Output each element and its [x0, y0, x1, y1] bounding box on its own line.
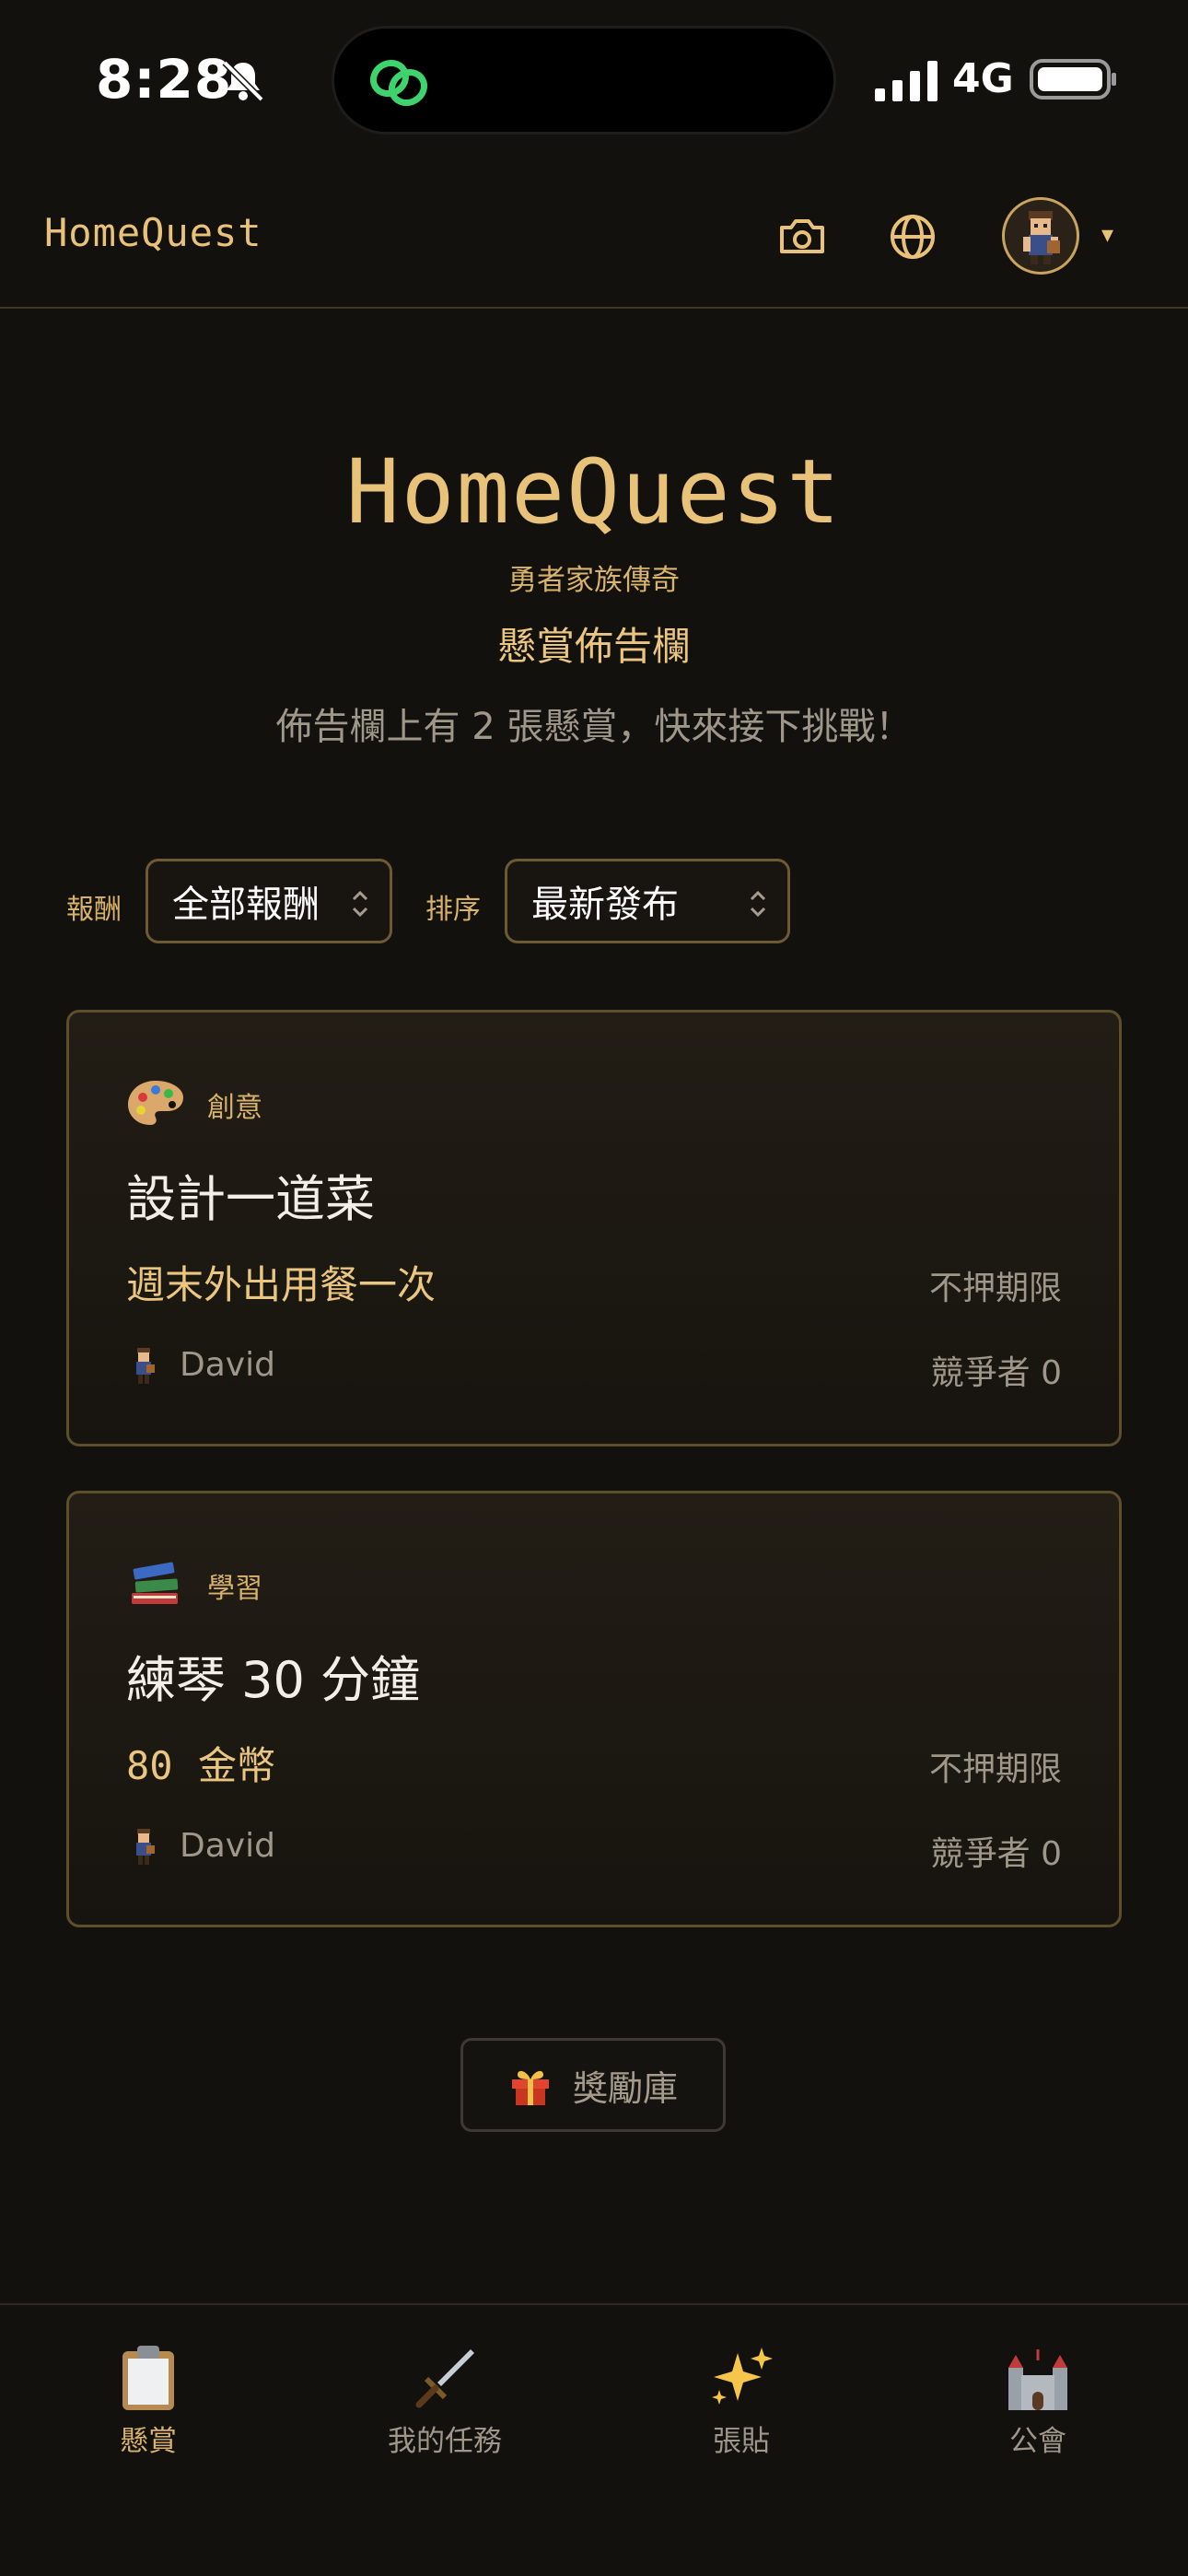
poster-avatar-icon — [136, 1829, 155, 1865]
chevron-up-down-icon — [750, 890, 766, 918]
bounty-reward: 週末外出用餐一次 — [126, 1262, 437, 1307]
status-time: 8:28 — [96, 48, 233, 111]
nav-label: 公會 — [1009, 2425, 1066, 2458]
nav-label: 張貼 — [713, 2425, 770, 2458]
reward-filter-select[interactable]: 全部報酬 — [146, 859, 392, 943]
network-type: 4G — [952, 55, 1014, 102]
hero-avatar-icon — [1023, 211, 1060, 264]
reward-filter-label: 報酬 — [66, 894, 122, 926]
clipboard-icon — [122, 2346, 174, 2410]
chevron-up-down-icon — [352, 890, 368, 918]
bounty-card[interactable]: 創意 設計一道菜 週末外出用餐一次 不押期限 David 競爭者 0 — [66, 1010, 1122, 1446]
status-bar: 8:28 4G — [0, 0, 1188, 157]
language-button[interactable] — [882, 206, 943, 267]
caret-down-icon[interactable]: ▾ — [1101, 221, 1113, 249]
nav-guild[interactable]: 公會 — [890, 2344, 1186, 2459]
bounty-title: 設計一道菜 — [126, 1170, 375, 1228]
sparkles-icon — [712, 2348, 773, 2405]
bell-slash-icon — [222, 60, 264, 102]
palette-icon — [128, 1081, 183, 1125]
avatar[interactable] — [1002, 197, 1079, 275]
poster-name: David — [180, 1827, 275, 1865]
bottom-nav: 懸賞 我的任務 張貼 公會 — [0, 2303, 1188, 2576]
bounty-card[interactable]: 學習 練琴 30 分鐘 80 金幣 不押期限 David 競爭者 0 — [66, 1491, 1122, 1927]
poster-name: David — [180, 1346, 275, 1384]
globe-icon — [891, 215, 935, 259]
bounty-reward: 80 金幣 — [126, 1735, 275, 1791]
nav-bounties[interactable]: 懸賞 — [0, 2344, 297, 2459]
competitor-count: 競爭者 0 — [930, 1354, 1062, 1392]
castle-icon — [1008, 2349, 1067, 2410]
category-label: 創意 — [207, 1092, 262, 1124]
sort-filter-label: 排序 — [425, 894, 481, 926]
sword-icon — [415, 2349, 474, 2408]
reward-filter-value: 全部報酬 — [172, 884, 320, 926]
bounty-deadline: 不押期限 — [928, 1751, 1062, 1788]
bounty-title: 練琴 30 分鐘 — [126, 1651, 421, 1709]
gift-icon — [511, 2070, 549, 2105]
sort-value: 最新發布 — [531, 884, 679, 926]
app-brand[interactable]: HomeQuest — [44, 210, 262, 255]
link-icon — [369, 59, 428, 107]
competitor-count: 競爭者 0 — [930, 1835, 1062, 1873]
camera-icon — [780, 219, 824, 253]
poster-avatar-icon — [136, 1348, 155, 1384]
nav-my-quests[interactable]: 我的任務 — [297, 2344, 593, 2459]
hero-title: HomeQuest — [345, 440, 843, 544]
dynamic-island — [332, 26, 836, 135]
reward-unit: 金幣 — [197, 1743, 275, 1788]
board-description: 佈告欄上有 2 張懸賞，快來接下挑戰！ — [275, 706, 913, 748]
nav-label: 我的任務 — [388, 2425, 502, 2458]
category-label: 學習 — [207, 1573, 262, 1605]
reward-amount: 80 — [126, 1743, 173, 1788]
hero-tagline: 勇者家族傳奇 — [508, 564, 680, 597]
reward-store-label: 獎勵庫 — [572, 2067, 678, 2109]
bounty-deadline: 不押期限 — [928, 1270, 1062, 1307]
books-icon — [132, 1562, 179, 1604]
battery-icon — [1030, 59, 1116, 100]
app-bar: HomeQuest ▾ — [0, 157, 1188, 309]
signal-icon — [875, 61, 938, 101]
board-title: 懸賞佈告欄 — [496, 624, 691, 669]
nav-post[interactable]: 張貼 — [593, 2344, 890, 2459]
reward-store-button[interactable]: 獎勵庫 — [460, 2038, 726, 2132]
camera-button[interactable] — [772, 206, 833, 267]
nav-label: 懸賞 — [120, 2425, 177, 2458]
sort-select[interactable]: 最新發布 — [505, 859, 790, 943]
